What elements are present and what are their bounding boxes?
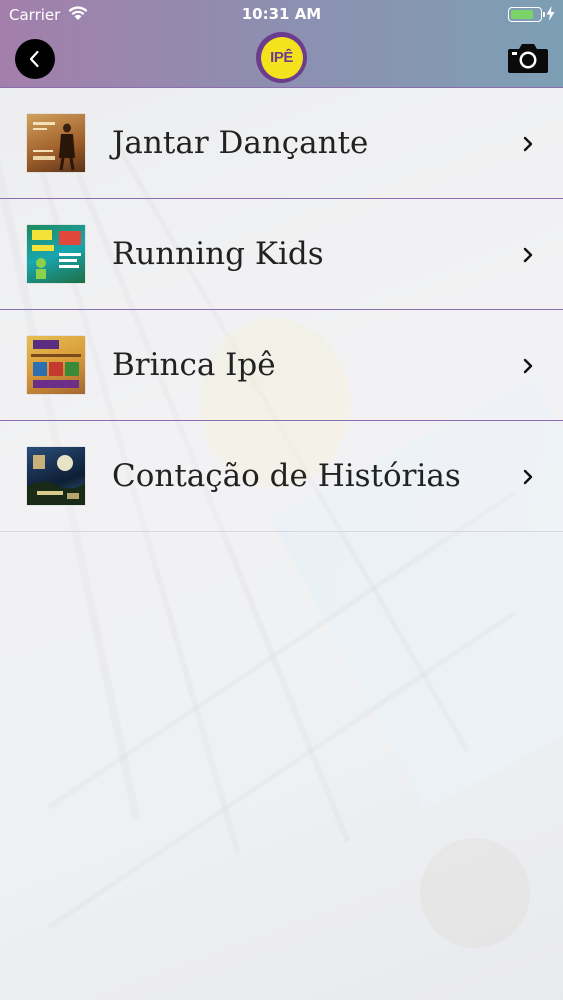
back-button[interactable] [15,39,55,79]
brinca-ipe-thumbnail [27,336,85,394]
list-item[interactable]: Jantar Dançante [0,88,563,199]
chevron-right-icon [523,136,533,152]
camera-button[interactable] [507,42,549,74]
event-title: Brinca Ipê [112,347,276,383]
event-title: Jantar Dançante [112,125,369,161]
dinner-dance-thumbnail [27,114,85,172]
chevron-left-icon [29,50,39,68]
navigation-header: Carrier 10:31 AM IPÊ [0,0,563,88]
chevron-right-icon [523,469,533,485]
storytelling-thumbnail [27,447,85,505]
status-time: 10:31 AM [241,5,322,23]
status-bar: Carrier 10:31 AM [0,0,563,30]
charging-icon [546,6,555,21]
app-logo: IPÊ [256,32,307,83]
running-kids-thumbnail [27,225,85,283]
battery-icon [508,7,545,22]
list-item[interactable]: Running Kids [0,199,563,310]
event-title: Contação de Histórias [112,458,461,494]
list-item[interactable]: Brinca Ipê [0,310,563,421]
chevron-right-icon [523,247,533,263]
event-title: Running Kids [112,236,324,272]
list-item[interactable]: Contação de Histórias [0,421,563,532]
battery-level [510,9,533,19]
event-list: Jantar Dançante Running Kids Brinca Ipê … [0,88,563,532]
logo-badge: IPÊ [260,36,303,79]
chevron-right-icon [523,358,533,374]
